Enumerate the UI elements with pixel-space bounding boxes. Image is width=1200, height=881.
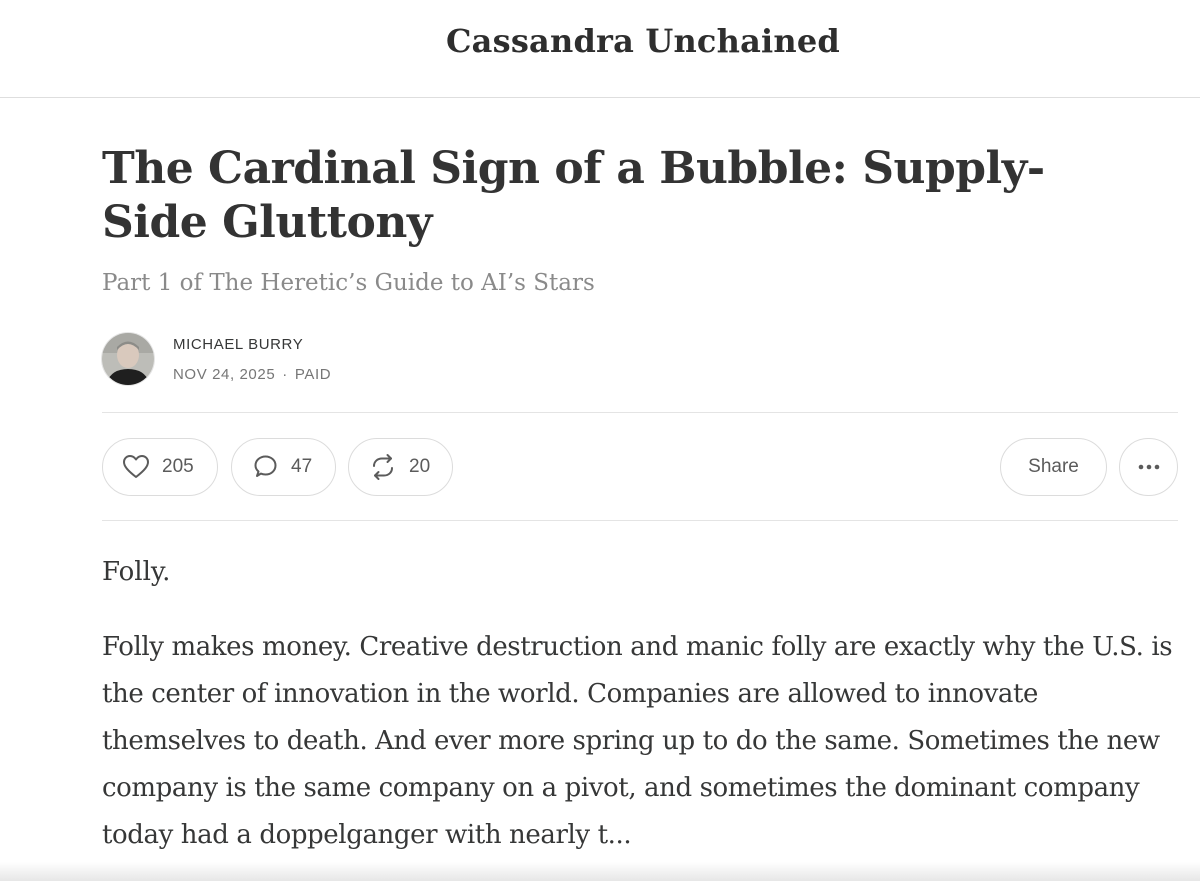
body-paragraph-2: Folly makes money. Creative destruction … — [102, 632, 1173, 850]
author-avatar[interactable] — [102, 333, 154, 385]
publication-name[interactable]: Cassandra Unchained — [0, 22, 1200, 60]
comment-count: 47 — [291, 456, 313, 477]
publication-header: Cassandra Unchained — [0, 0, 1200, 98]
post-title: The Cardinal Sign of a Bubble: Supply-Si… — [102, 143, 1045, 248]
share-label: Share — [1028, 456, 1079, 477]
divider-bottom — [102, 520, 1178, 521]
comment-button[interactable]: 47 — [231, 438, 336, 496]
restack-button[interactable]: 20 — [348, 438, 453, 496]
post-meta: NOV 24, 2025 · PAID — [173, 366, 331, 383]
more-options-button[interactable] — [1119, 438, 1178, 496]
comment-bubble-icon — [251, 453, 279, 481]
heart-icon — [122, 454, 150, 480]
like-count: 205 — [162, 456, 194, 477]
paywall-fade — [0, 862, 1200, 881]
author-name[interactable]: MICHAEL BURRY — [173, 336, 303, 353]
post-subtitle: Part 1 of The Heretic’s Guide to AI’s St… — [102, 270, 595, 296]
post-date: NOV 24, 2025 — [173, 366, 276, 383]
share-button[interactable]: Share — [1000, 438, 1107, 496]
like-button[interactable]: 205 — [102, 438, 218, 496]
access-badge: PAID — [294, 366, 332, 383]
meta-separator: · — [282, 366, 288, 383]
more-dots-icon — [1138, 464, 1160, 470]
body-paragraph-1: Folly. — [102, 557, 171, 587]
restack-arrows-icon — [369, 453, 397, 481]
divider-top — [102, 412, 1178, 413]
restack-count: 20 — [409, 456, 431, 477]
